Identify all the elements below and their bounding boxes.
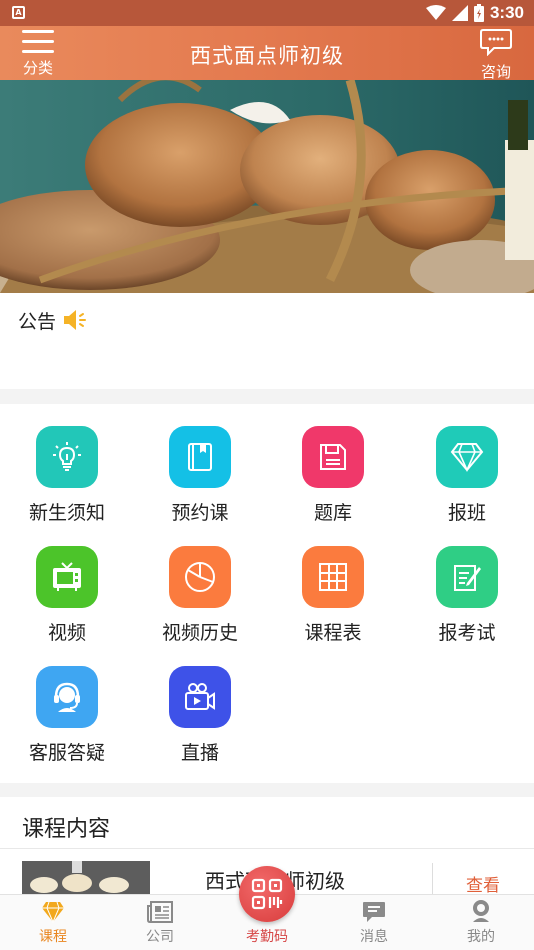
tab-messages[interactable]: 消息 [334,895,414,950]
tab-label: 我的 [467,929,495,945]
feature-grid: 新生须知 预约课 题库 报班 视频 视频历史 课程表 报考试 客服答疑 直播 [0,404,534,783]
status-icons: 3:30 [425,2,524,24]
newspaper-icon [120,895,200,923]
grid-item-question-bank[interactable]: 题库 [266,404,400,524]
course-section-title: 课程内容 [22,817,111,842]
grid-item-label: 视频 [47,622,86,644]
grid-item-customer-service[interactable]: 客服答疑 [0,644,134,764]
wifi-icon [425,5,446,20]
app-header: 分类 西式面点师初级 咨询 [0,26,534,82]
battery-icon [473,4,484,22]
clock: 3:30 [489,3,524,22]
edit-document-icon [436,546,498,608]
tab-label: 消息 [360,929,388,945]
user-icon [441,895,521,923]
grid-item-live[interactable]: 直播 [133,644,267,764]
grid-item-video[interactable]: 视频 [0,524,134,644]
status-bar: A 3:30 [0,0,534,26]
consult-button[interactable]: 咨询 [476,28,516,82]
grid-item-video-history[interactable]: 视频历史 [133,524,267,644]
divider [432,863,433,897]
tab-label: 公司 [146,929,174,945]
consult-label: 咨询 [480,63,511,81]
page-title: 西式面点师初级 [190,44,344,68]
tab-profile[interactable]: 我的 [441,895,521,950]
grid-item-label: 直播 [180,742,219,764]
tab-company[interactable]: 公司 [120,895,200,950]
diamond-icon [436,426,498,488]
qr-code-icon [251,878,283,910]
signal-icon [451,5,468,21]
banner-image[interactable] [0,80,534,293]
tab-label: 考勤码 [246,929,288,945]
notification-icon: A [12,6,25,19]
grid-item-timetable[interactable]: 课程表 [266,524,400,644]
grid-item-appointment[interactable]: 预约课 [133,404,267,524]
message-icon [334,895,414,923]
chat-bubble-icon [480,29,512,57]
grid-item-orientation[interactable]: 新生须知 [0,404,134,524]
grid-item-label: 课程表 [304,622,362,644]
diamond-icon [13,895,93,923]
table-grid-icon [302,546,364,608]
tab-label: 课程 [39,929,67,945]
announcement-label: 公告 [18,311,57,333]
attendance-qr-button[interactable] [239,866,295,922]
grid-item-label: 客服答疑 [28,742,105,764]
grid-item-enroll[interactable]: 报班 [400,404,534,524]
grid-item-label: 报考试 [438,622,496,644]
video-camera-icon [169,666,231,728]
grid-item-label: 报班 [447,502,486,524]
pie-chart-icon [169,546,231,608]
speaker-icon [64,310,86,330]
bread-basket-photo [0,80,534,293]
customer-service-icon [36,666,98,728]
app-screen: A 3:30 分类 西式面点师初级 咨询 公告 新生须知 预约课 题库 报班 视… [0,0,534,950]
lightbulb-icon [36,426,98,488]
divider [0,848,534,849]
book-icon [169,426,231,488]
announcement-section[interactable]: 公告 [0,293,534,389]
tv-icon [36,546,98,608]
grid-item-exam-registration[interactable]: 报考试 [400,524,534,644]
view-course-button[interactable]: 查看 [466,871,500,896]
grid-item-label: 题库 [313,502,352,524]
save-disk-icon [302,426,364,488]
grid-item-label: 视频历史 [161,622,238,644]
grid-item-label: 新生须知 [28,502,105,524]
tab-courses[interactable]: 课程 [13,895,93,950]
grid-item-label: 预约课 [171,502,229,524]
